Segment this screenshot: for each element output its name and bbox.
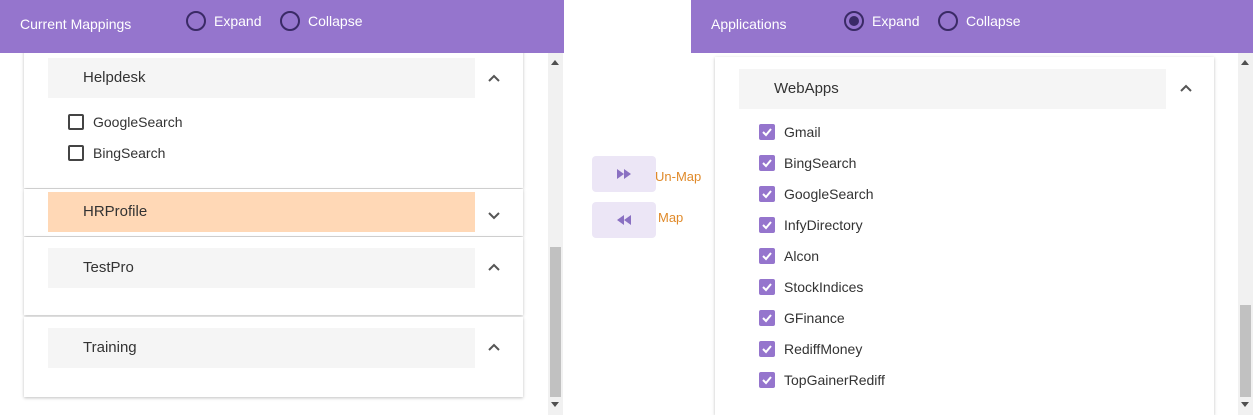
application-item[interactable]: GoogleSearch	[759, 186, 874, 202]
right-scrollbar[interactable]	[1238, 53, 1253, 415]
scrollbar-thumb[interactable]	[1240, 305, 1251, 397]
left-expand-radio[interactable]: Expand	[186, 11, 261, 31]
chevron-up-icon[interactable]	[487, 260, 501, 274]
item-label: RediffMoney	[784, 341, 863, 357]
application-item[interactable]: TopGainerRediff	[759, 372, 885, 388]
scroll-down-icon[interactable]	[551, 402, 559, 407]
application-item[interactable]: BingSearch	[759, 155, 856, 171]
current-mappings-header: Current Mappings Expand Collapse	[0, 0, 564, 53]
application-item[interactable]: RediffMoney	[759, 341, 862, 357]
group-card-helpdesk: Helpdesk GoogleSearch BingSearch	[24, 53, 523, 188]
item-label: Gmail	[784, 124, 821, 140]
application-item[interactable]: InfyDirectory	[759, 217, 863, 233]
unmap-button[interactable]	[592, 156, 656, 192]
chevron-up-icon[interactable]	[487, 340, 501, 354]
map-button[interactable]	[592, 202, 656, 238]
group-name: WebApps	[774, 80, 839, 97]
item-label: BingSearch	[784, 155, 857, 171]
right-expand-radio[interactable]: Expand	[844, 11, 919, 31]
applications-header: Applications Expand Collapse	[691, 0, 1253, 53]
checkbox-checked-icon[interactable]	[759, 279, 775, 295]
mapping-item-bingsearch[interactable]: BingSearch	[68, 145, 165, 161]
checkbox-checked-icon[interactable]	[759, 372, 775, 388]
group-header-training[interactable]: Training	[48, 328, 475, 368]
group-header-helpdesk[interactable]: Helpdesk	[48, 58, 475, 98]
group-card-testpro: TestPro	[24, 237, 523, 315]
item-label: GoogleSearch	[93, 114, 183, 130]
current-mappings-list: Helpdesk GoogleSearch BingSearch HRProfi…	[0, 53, 564, 415]
right-expand-label: Expand	[872, 13, 920, 29]
item-label: GFinance	[784, 310, 845, 326]
application-item[interactable]: Gmail	[759, 124, 821, 140]
checkbox-checked-icon[interactable]	[759, 155, 775, 171]
checkbox-checked-icon[interactable]	[759, 248, 775, 264]
radio-icon	[186, 11, 206, 31]
group-header-webapps[interactable]: WebApps	[739, 69, 1166, 109]
right-collapse-label: Collapse	[966, 13, 1021, 29]
chevron-down-icon[interactable]	[487, 209, 501, 223]
checkbox-icon[interactable]	[68, 114, 84, 130]
checkbox-checked-icon[interactable]	[759, 310, 775, 326]
checkbox-checked-icon[interactable]	[759, 124, 775, 140]
group-name: Training	[83, 339, 137, 356]
group-card-training: Training	[24, 317, 523, 397]
chevron-up-icon[interactable]	[487, 71, 501, 85]
group-name: TestPro	[83, 259, 134, 276]
left-collapse-label: Collapse	[308, 13, 363, 29]
checkbox-icon[interactable]	[68, 145, 84, 161]
current-mappings-title: Current Mappings	[20, 16, 132, 32]
scroll-up-icon[interactable]	[551, 60, 559, 65]
group-name: Helpdesk	[83, 69, 146, 86]
scrollbar-thumb[interactable]	[550, 247, 561, 397]
left-expand-label: Expand	[214, 13, 262, 29]
left-collapse-radio[interactable]: Collapse	[280, 11, 362, 31]
unmap-label: Un-Map	[655, 169, 702, 184]
applications-card: WebApps Gmail BingSearch GoogleSearch InfyD…	[715, 57, 1214, 415]
item-label: StockIndices	[784, 279, 864, 295]
rewind-icon	[617, 215, 631, 225]
group-header-hrprofile[interactable]: HRProfile	[48, 192, 475, 232]
radio-icon	[938, 11, 958, 31]
scroll-up-icon[interactable]	[1241, 60, 1249, 65]
radio-icon	[280, 11, 300, 31]
item-label: GoogleSearch	[784, 186, 874, 202]
scroll-down-icon[interactable]	[1241, 402, 1249, 407]
group-card-hrprofile: HRProfile	[24, 189, 523, 236]
chevron-up-icon[interactable]	[1179, 81, 1193, 95]
group-name: HRProfile	[83, 203, 148, 220]
mapping-item-googlesearch[interactable]: GoogleSearch	[68, 114, 183, 130]
group-header-testpro[interactable]: TestPro	[48, 248, 475, 288]
radio-selected-icon	[844, 11, 864, 31]
item-label: Alcon	[784, 248, 820, 264]
left-scrollbar[interactable]	[548, 53, 563, 415]
item-label: BingSearch	[93, 145, 166, 161]
map-label: Map	[658, 210, 684, 225]
item-label: TopGainerRediff	[784, 372, 885, 388]
right-collapse-radio[interactable]: Collapse	[938, 11, 1020, 31]
application-item[interactable]: GFinance	[759, 310, 845, 326]
checkbox-checked-icon[interactable]	[759, 186, 775, 202]
fast-forward-icon	[617, 169, 631, 179]
application-item[interactable]: StockIndices	[759, 279, 863, 295]
checkbox-checked-icon[interactable]	[759, 217, 775, 233]
checkbox-checked-icon[interactable]	[759, 341, 775, 357]
applications-title: Applications	[711, 16, 787, 32]
item-label: InfyDirectory	[784, 217, 863, 233]
application-item[interactable]: Alcon	[759, 248, 819, 264]
